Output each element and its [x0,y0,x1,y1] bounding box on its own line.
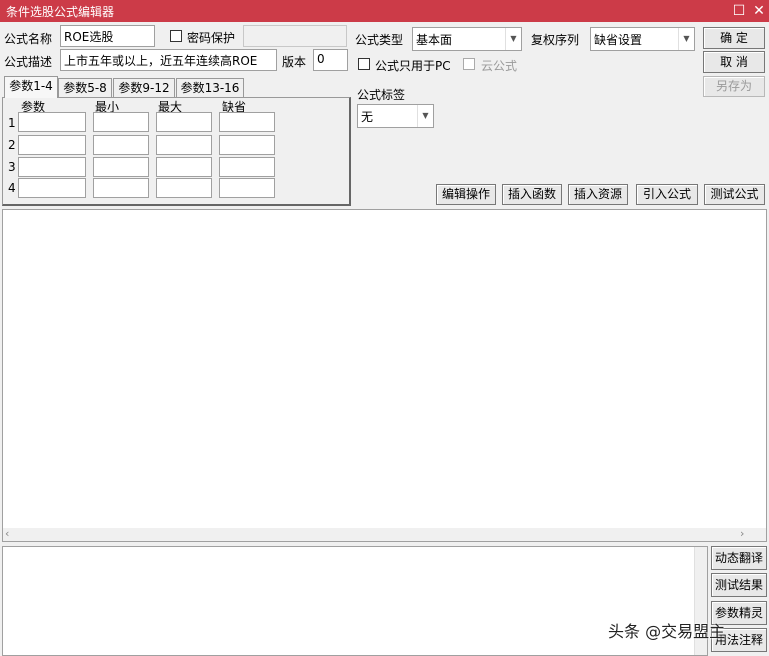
param-row-number: 2 [8,138,16,152]
tab-params-13-16[interactable]: 参数13-16 [176,78,244,98]
restore-value: 缺省设置 [594,33,643,47]
formula-type-value: 基本面 [416,33,453,47]
param-1-default[interactable] [219,112,275,132]
params-panel: 参数 最小 最大 缺省 1 2 3 4 [2,97,351,206]
insert-function-button[interactable]: 插入函数 [502,184,562,205]
restore-select[interactable]: 缺省设置 ▼ [590,27,695,51]
param-4-name[interactable] [18,178,86,198]
password-checkbox[interactable] [170,30,182,42]
output-panel[interactable] [2,546,708,656]
cancel-button[interactable]: 取 消 [703,51,765,73]
tab-params-9-12[interactable]: 参数9-12 [113,78,175,98]
dynamic-translate-button[interactable]: 动态翻译 [711,546,767,570]
param-3-max[interactable] [156,157,212,177]
restore-label: 复权序列 [531,33,580,47]
version-input[interactable]: 0 [313,49,348,71]
watermark: 头条 @交易盟主 [608,622,726,641]
password-input[interactable] [243,25,347,47]
param-3-default[interactable] [219,157,275,177]
param-1-min[interactable] [93,112,149,132]
pc-only-checkbox[interactable] [358,58,370,70]
tab-params-5-8[interactable]: 参数5-8 [58,78,112,98]
formula-type-label: 公式类型 [355,33,404,47]
param-row-number: 1 [8,116,16,130]
param-2-max[interactable] [156,135,212,155]
cloud-label: 云公式 [481,59,518,73]
param-4-default[interactable] [219,178,275,198]
test-formula-button[interactable]: 测试公式 [704,184,765,205]
formula-desc-input[interactable]: 上市五年或以上，近五年连续高ROE [60,49,277,71]
window-title: 条件选股公式编辑器 [6,5,115,19]
param-4-max[interactable] [156,178,212,198]
cloud-checkbox[interactable] [463,58,475,70]
editor-horizontal-scrollbar[interactable]: ‹ › [3,527,766,541]
param-3-min[interactable] [93,157,149,177]
pc-only-label: 公式只用于PC [375,59,451,73]
param-3-name[interactable] [18,157,86,177]
chevron-down-icon: ▼ [417,105,433,127]
maximize-icon[interactable]: ☐ [730,2,748,20]
param-2-min[interactable] [93,135,149,155]
edit-operations-button[interactable]: 编辑操作 [436,184,496,205]
tab-params-1-4[interactable]: 参数1-4 [4,76,58,98]
formula-name-input[interactable]: ROE选股 [60,25,155,47]
title-bar: 条件选股公式编辑器 ☐ ✕ [0,0,769,22]
chevron-right-icon[interactable]: › [740,527,744,540]
formula-type-select[interactable]: 基本面 ▼ [412,27,522,51]
formula-name-label: 公式名称 [4,32,53,46]
formula-editor[interactable] [2,209,767,542]
formula-tag-select[interactable]: 无 ▼ [357,104,434,128]
param-row-number: 3 [8,160,16,174]
chevron-down-icon: ▼ [678,28,694,50]
close-icon[interactable]: ✕ [750,2,768,20]
param-1-name[interactable] [18,112,86,132]
param-1-max[interactable] [156,112,212,132]
version-label: 版本 [282,55,307,69]
password-label: 密码保护 [187,31,236,45]
param-row-number: 4 [8,181,16,195]
formula-desc-label: 公式描述 [4,55,53,69]
chevron-down-icon: ▼ [505,28,521,50]
param-2-name[interactable] [18,135,86,155]
ok-button[interactable]: 确 定 [703,27,765,49]
param-4-min[interactable] [93,178,149,198]
formula-tag-value: 无 [361,110,374,124]
chevron-left-icon[interactable]: ‹ [5,527,9,540]
param-2-default[interactable] [219,135,275,155]
import-formula-button[interactable]: 引入公式 [636,184,698,205]
insert-resource-button[interactable]: 插入资源 [568,184,628,205]
formula-tag-label: 公式标签 [357,88,406,102]
save-as-button[interactable]: 另存为 [703,76,765,97]
test-result-button[interactable]: 测试结果 [711,573,767,597]
